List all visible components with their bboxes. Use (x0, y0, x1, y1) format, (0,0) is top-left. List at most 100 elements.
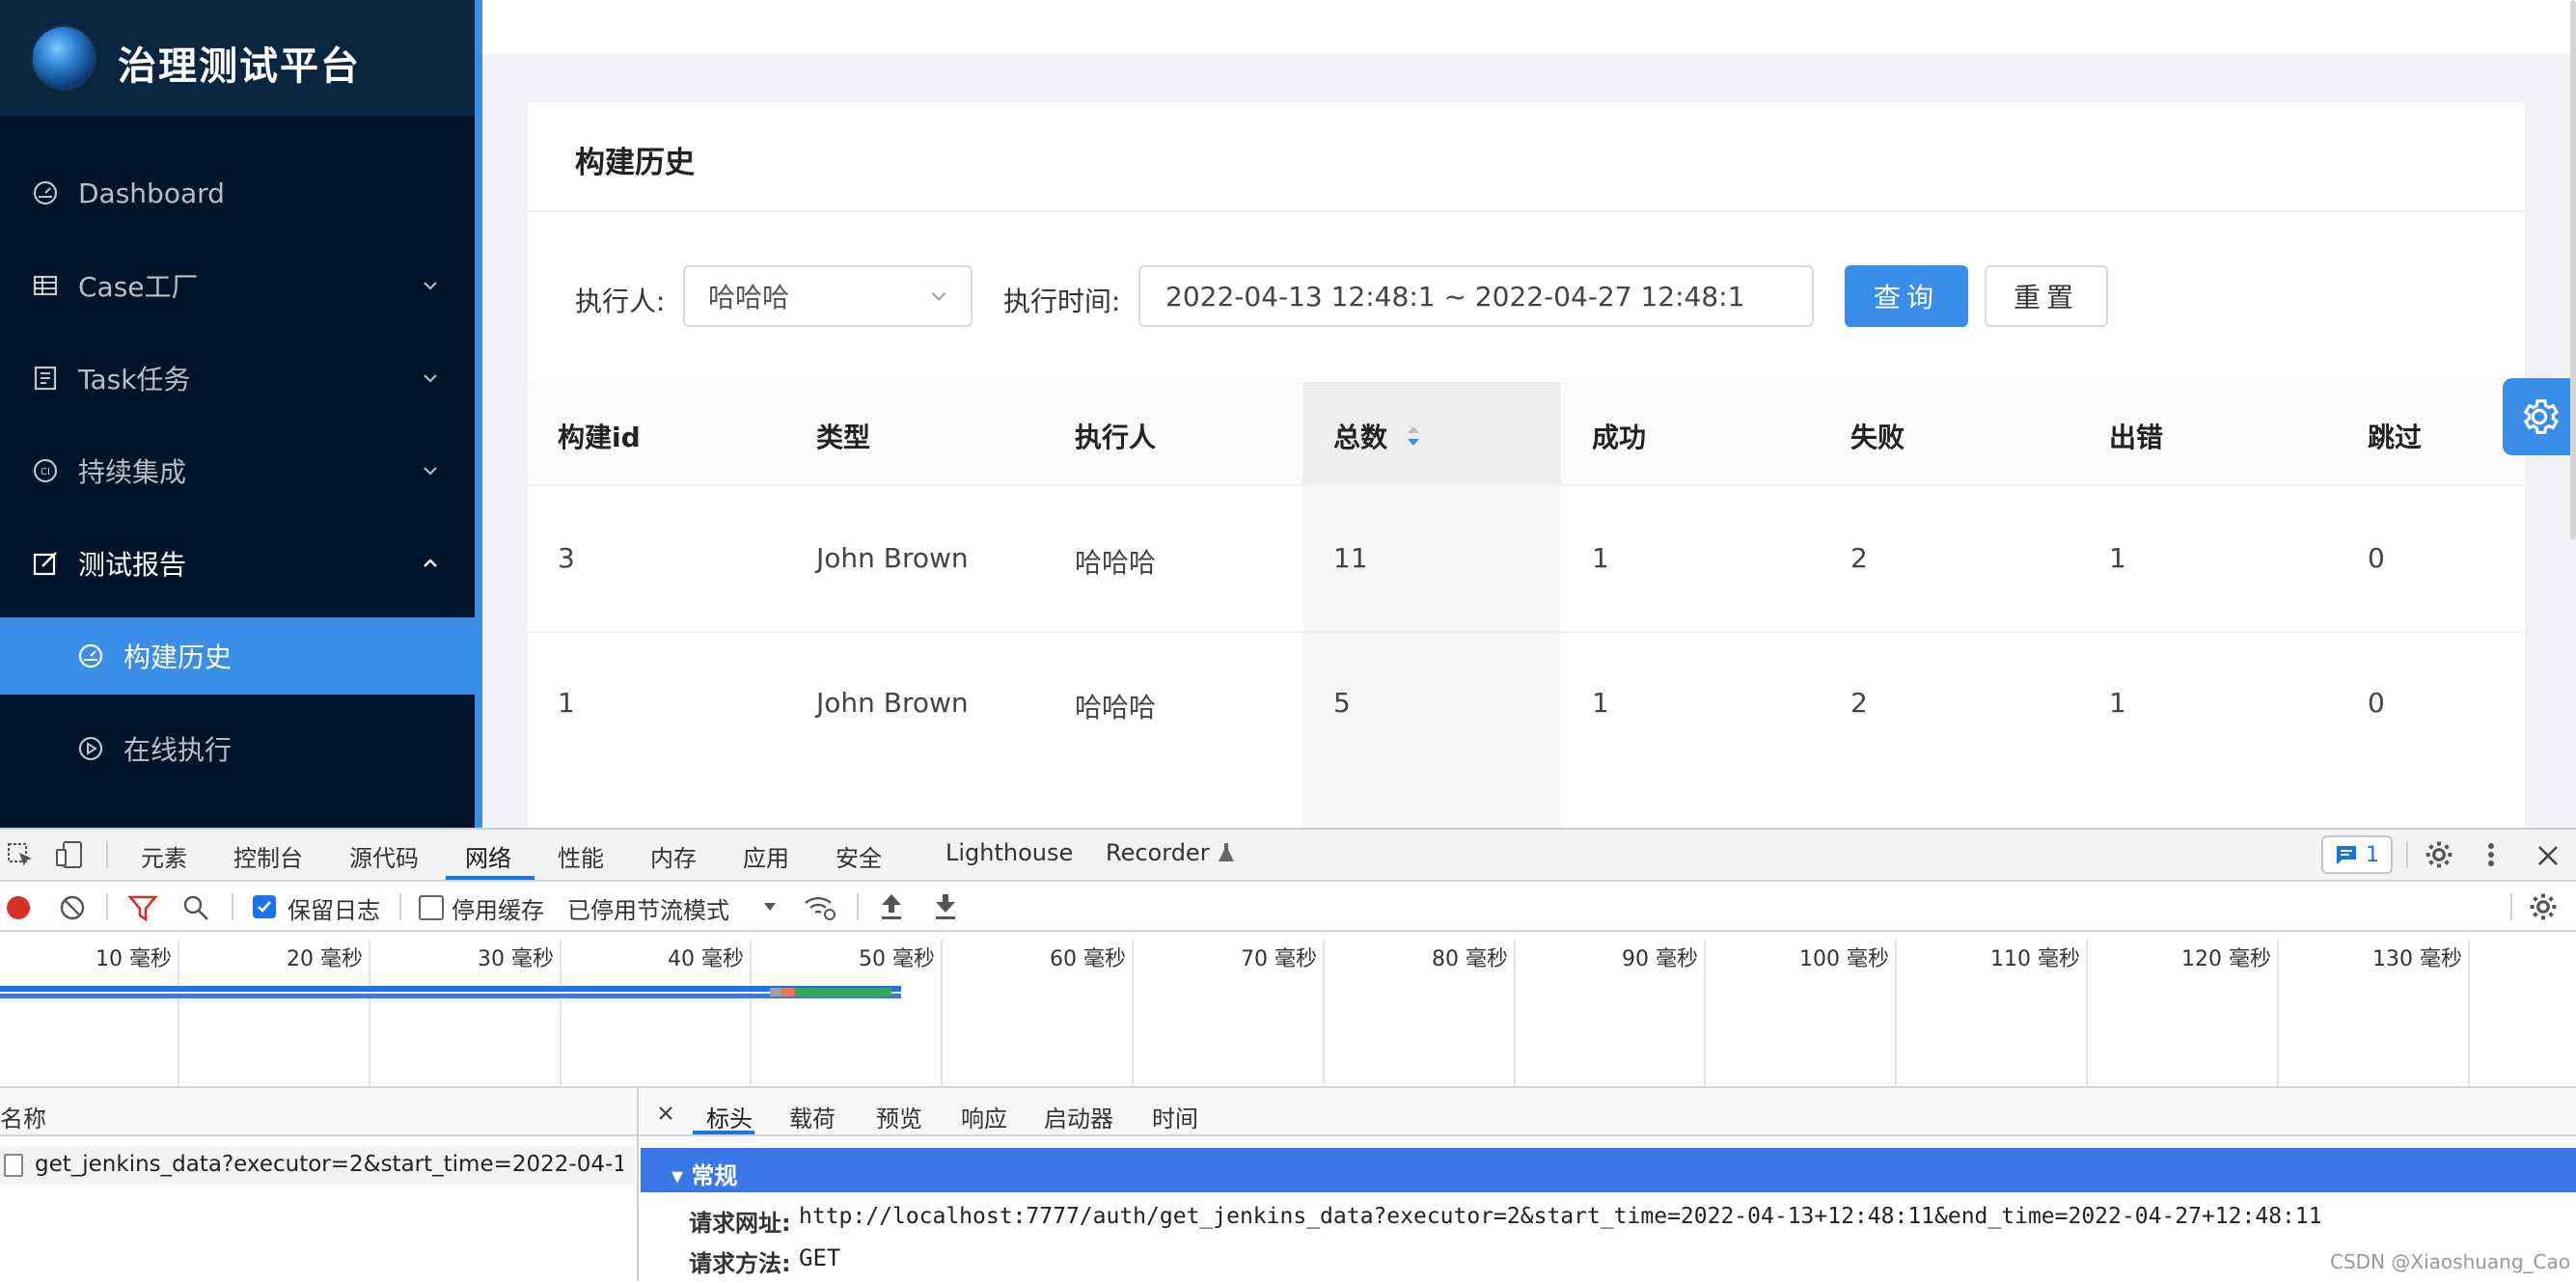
toolbar-separator (232, 893, 233, 920)
column-header-type: 类型 (816, 422, 871, 453)
timeline-gridline (1895, 940, 1897, 1086)
device-toolbar-icon[interactable] (54, 839, 85, 870)
request-url-value: http://localhost:7777/auth/get_jenkins_d… (799, 1204, 2322, 1229)
search-icon[interactable] (181, 893, 210, 922)
page-title: 构建历史 (575, 146, 695, 180)
request-method-key: 请求方法: (689, 1250, 791, 1277)
table-cell: 2 (1850, 687, 1868, 719)
filter-icon[interactable] (127, 893, 158, 922)
timeline-gridline (1323, 940, 1325, 1086)
network-toolbar (0, 882, 2576, 932)
detail-tab-response[interactable]: 响应 (961, 1100, 1007, 1133)
sidebar-item-task[interactable]: Task任务 (0, 340, 475, 417)
column-header-success: 成功 (1592, 422, 1647, 453)
sidebar-item-case-factory[interactable]: Case工厂 (0, 247, 475, 324)
sidebar-item-ci[interactable]: CI 持续集成 (0, 432, 475, 509)
column-header-total[interactable]: 总数 (1333, 417, 1422, 455)
flask-icon (1218, 843, 1234, 861)
edit-icon (32, 550, 59, 577)
name-column-header[interactable]: 名称 (0, 1100, 46, 1133)
timeline-tick-label: 30 毫秒 (478, 947, 554, 971)
record-icon[interactable] (4, 893, 33, 922)
network-settings-gear-icon[interactable] (2528, 891, 2559, 922)
devtools-tab-console[interactable]: 控制台 (233, 839, 303, 873)
chevron-down-icon (424, 467, 437, 476)
throttle-select[interactable]: 已停用节流模式 (567, 891, 729, 925)
sidebar-edge (475, 0, 482, 828)
timeline-tick-label: 10 毫秒 (96, 947, 172, 971)
sidebar-item-dashboard[interactable]: Dashboard (0, 154, 475, 232)
close-detail-icon[interactable] (656, 1104, 675, 1123)
executor-label: 执行人: (575, 286, 666, 317)
sidebar-item-test-report[interactable]: 测试报告 (0, 525, 475, 602)
timeline-gridline (1514, 940, 1516, 1086)
chevron-down-icon (931, 291, 946, 301)
time-range-picker[interactable]: 2022-04-13 12:48:1 ~ 2022-04-27 12:48:1 (1138, 265, 1814, 327)
timeline-tick-label: 60 毫秒 (1050, 947, 1126, 971)
devtools-tab-network[interactable]: 网络 (465, 839, 511, 873)
settings-button[interactable] (2503, 378, 2576, 455)
sidebar-item-label: Task任务 (78, 364, 191, 396)
upload-icon[interactable] (878, 891, 905, 922)
table-cell: 1 (1592, 687, 1609, 719)
ci-icon: CI (32, 457, 59, 484)
disable-cache-checkbox[interactable] (419, 895, 444, 920)
download-icon[interactable] (932, 891, 959, 922)
table-cell: 哈哈哈 (1075, 547, 1157, 579)
active-tab-indicator (446, 876, 534, 880)
sort-icon[interactable] (1405, 422, 1422, 450)
devtools-tab-recorder[interactable]: Recorder (1106, 839, 1237, 866)
query-button[interactable]: 查询 (1845, 265, 1968, 327)
table-cell: 1 (2109, 542, 2126, 574)
request-name[interactable]: get_jenkins_data?executor=2&start_time=2… (35, 1152, 623, 1177)
message-icon (2337, 846, 2356, 864)
svg-text:CI: CI (41, 467, 50, 478)
devtools-tab-application[interactable]: 应用 (743, 839, 789, 873)
reset-button[interactable]: 重置 (1985, 265, 2108, 327)
devtools-tab-performance[interactable]: 性能 (558, 839, 604, 873)
close-icon[interactable] (2535, 843, 2561, 868)
sidebar-item-online-run[interactable]: 在线执行 (0, 710, 475, 787)
devtools-tab-security[interactable]: 安全 (836, 839, 882, 873)
timeline-tick-label: 20 毫秒 (287, 947, 363, 971)
chevron-down-icon (424, 374, 437, 383)
watermark: CSDN @Xiaoshuang_Cao (2330, 1250, 2570, 1273)
general-section-header[interactable] (641, 1148, 2576, 1192)
timeline-request-bar (0, 994, 901, 998)
clear-icon[interactable] (58, 893, 87, 922)
dropdown-arrow-icon[interactable] (760, 897, 780, 916)
toolbar-separator (106, 841, 108, 868)
gear-icon (2523, 399, 2560, 434)
network-conditions-icon[interactable] (803, 891, 837, 922)
devtools-tab-sources[interactable]: 源代码 (349, 839, 419, 873)
row-divider (528, 631, 2525, 633)
detail-tab-payload[interactable]: 载荷 (789, 1100, 836, 1133)
executor-select[interactable]: 哈哈哈 (683, 265, 973, 327)
time-range-value: 2022-04-13 12:48:1 ~ 2022-04-27 12:48:1 (1165, 280, 1745, 313)
timeline-tick-label: 40 毫秒 (668, 947, 744, 971)
inspect-element-icon[interactable] (6, 841, 35, 870)
page-scrollbar[interactable] (2570, 0, 2576, 540)
toolbar-separator (2406, 841, 2408, 868)
devtools-tab-lighthouse[interactable]: Lighthouse (945, 839, 1073, 866)
detail-tab-headers[interactable]: 标头 (706, 1100, 753, 1133)
sidebar-item-build-history[interactable]: 构建历史 (0, 617, 475, 695)
detail-tab-timing[interactable]: 时间 (1152, 1100, 1198, 1133)
table-cell: 1 (2109, 687, 2126, 719)
preserve-log-checkbox[interactable] (253, 895, 276, 918)
devtools-tab-elements[interactable]: 元素 (141, 839, 187, 873)
timeline-tick-label: 90 毫秒 (1622, 947, 1698, 971)
detail-tab-preview[interactable]: 预览 (876, 1100, 922, 1133)
more-options-icon[interactable] (2481, 839, 2501, 870)
timeline-tick-label: 100 毫秒 (1799, 947, 1889, 971)
detail-tab-initiator[interactable]: 启动器 (1044, 1100, 1113, 1133)
devtools-settings-gear-icon[interactable] (2424, 839, 2454, 870)
toolbar-separator (857, 893, 859, 920)
issues-badge[interactable]: 1 (2321, 835, 2393, 874)
chevron-down-icon (424, 282, 437, 290)
table-cell: 1 (558, 687, 575, 719)
table-cell: John Brown (816, 542, 969, 574)
timeline-tick-label: 70 毫秒 (1241, 947, 1317, 971)
devtools-tab-memory[interactable]: 内存 (650, 839, 697, 873)
list-icon (32, 365, 59, 392)
